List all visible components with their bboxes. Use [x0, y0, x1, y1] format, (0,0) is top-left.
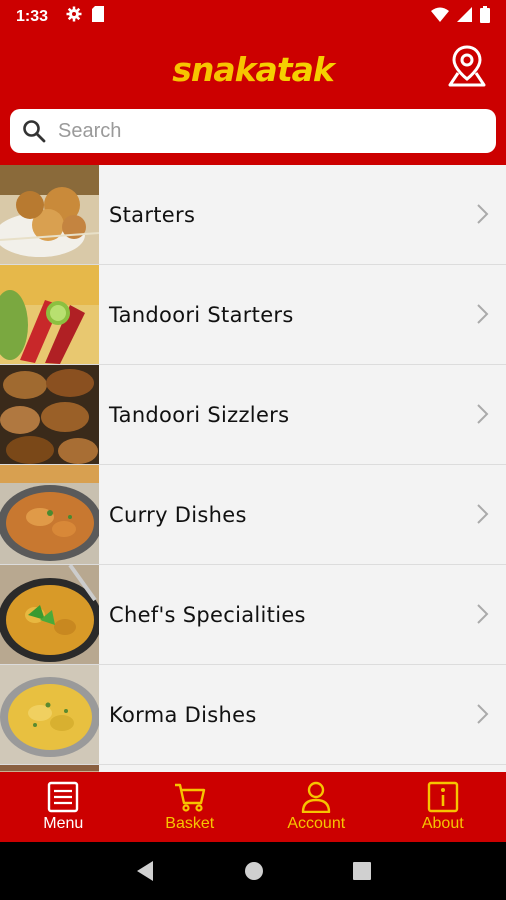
partial-photo [0, 765, 99, 772]
logo-part-snak: snak [172, 49, 256, 89]
wifi-icon [431, 7, 449, 27]
location-button[interactable] [446, 43, 488, 87]
bottom-tab-bar: Menu Basket Account About [0, 772, 506, 842]
signal-icon [457, 6, 472, 27]
gear-icon [66, 6, 82, 27]
info-icon [427, 781, 458, 813]
battery-icon [480, 5, 490, 28]
recents-icon[interactable] [353, 862, 372, 880]
chevron-right-icon [477, 404, 489, 424]
logo-part-atak: atak [255, 49, 335, 89]
chevron-right-icon [477, 204, 489, 224]
menu-item-chefs-specialities[interactable]: Chef's Specialities [0, 565, 506, 665]
search-icon [23, 120, 46, 143]
cart-icon [174, 783, 205, 812]
search-box[interactable] [10, 109, 496, 153]
menu-item-label: Starters [109, 202, 196, 227]
tab-basket[interactable]: Basket [127, 772, 254, 842]
chefs-specialities-photo [0, 565, 99, 664]
app-logo: snakatak [172, 49, 335, 89]
menu-item-partial[interactable] [0, 765, 506, 772]
tab-account[interactable]: Account [253, 772, 380, 842]
curry-dishes-photo [0, 465, 99, 564]
location-pin-icon [448, 45, 486, 87]
tab-label: Menu [43, 815, 84, 832]
search-input[interactable] [58, 119, 438, 143]
app-header: snakatak [0, 33, 506, 105]
back-icon[interactable] [135, 860, 155, 882]
tab-label: About [421, 815, 464, 832]
menu-category-list[interactable]: Starters Tandoori Starters Tandoori Sizz… [0, 165, 506, 772]
tab-menu[interactable]: Menu [0, 772, 127, 842]
tab-label: Basket [165, 815, 215, 832]
korma-dishes-photo [0, 665, 99, 764]
tandoori-starters-photo [0, 265, 99, 364]
menu-item-label: Curry Dishes [109, 502, 247, 527]
tab-about[interactable]: About [380, 772, 506, 842]
menu-item-label: Korma Dishes [109, 702, 257, 727]
menu-item-korma-dishes[interactable]: Korma Dishes [0, 665, 506, 765]
person-icon [302, 781, 331, 813]
menu-item-starters[interactable]: Starters [0, 165, 506, 265]
status-time: 1:33 [16, 7, 49, 25]
menu-item-curry-dishes[interactable]: Curry Dishes [0, 465, 506, 565]
menu-list-icon [48, 781, 79, 813]
menu-item-label: Tandoori Sizzlers [109, 402, 290, 427]
menu-item-tandoori-sizzlers[interactable]: Tandoori Sizzlers [0, 365, 506, 465]
tab-label: Account [287, 815, 346, 832]
sim-card-icon [92, 6, 105, 27]
chevron-right-icon [477, 704, 489, 724]
menu-item-label: Tandoori Starters [109, 302, 294, 327]
home-icon[interactable] [244, 861, 264, 881]
chevron-right-icon [477, 604, 489, 624]
system-navigation-bar [0, 842, 506, 900]
menu-item-label: Chef's Specialities [109, 602, 306, 627]
tandoori-sizzlers-photo [0, 365, 99, 464]
status-bar: 1:33 [0, 0, 506, 33]
chevron-right-icon [477, 304, 489, 324]
menu-item-tandoori-starters[interactable]: Tandoori Starters [0, 265, 506, 365]
search-bar-container [0, 105, 506, 165]
starters-photo [0, 165, 99, 264]
chevron-right-icon [477, 504, 489, 524]
